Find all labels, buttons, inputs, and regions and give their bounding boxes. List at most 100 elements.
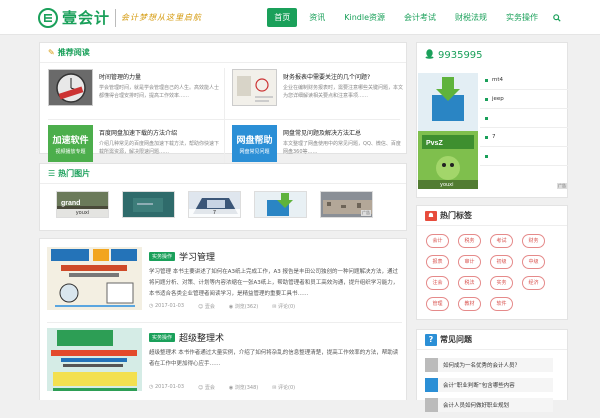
tag-chip[interactable]: 会计 [426,234,449,248]
site-logo[interactable]: 壹会计 会计梦想从这里启航 [38,7,202,28]
tag-chip[interactable]: 软件 [490,297,513,311]
faq-title-text: 常见问题 [440,334,472,344]
clock-thumbnail [48,69,93,106]
tag-chip[interactable]: 税法 [458,276,481,290]
tags-title-text: 热门标签 [440,210,472,220]
faq-item-text[interactable]: 如何成为一名优秀的会计人员？ [438,361,520,369]
qq-slider-panel: 9935995 PvsZ youxi mt4 jeep 7 广告 [416,42,568,198]
tag-chip[interactable]: 税务 [458,234,481,248]
date-icon: ◷ 2017-01-03 [149,303,185,309]
slider-images[interactable]: PvsZ youxi [418,73,478,189]
nav-practice[interactable]: 实务操作 [499,8,545,27]
hot-image-item[interactable]: 广告 [320,191,373,218]
article-item[interactable]: 实务操作 学习管理 学习管理 本书主要讲述了如何在A3纸上完成工作，A3 报告是… [47,247,402,317]
tag-chip[interactable]: 审计 [458,255,481,269]
tag-chip[interactable]: 报表 [426,255,449,269]
tag-chip[interactable]: 教材 [458,297,481,311]
site-slogan: 会计梦想从这里启航 [121,13,203,22]
hot-images-panel: ☰ 热门图片 grand youxi 7 广告 [39,163,407,231]
category-tag[interactable]: 实务操作 [149,252,176,261]
article-author[interactable]: 壹会 [205,385,215,391]
recommend-item[interactable]: 财务报表中需要关注的几个问题? 企业在编制财务报表时，需要注意哪些关键问题，本文… [224,64,408,119]
recommend-item-desc: 介绍几种常见的百度网盘加速下载方法，帮助你快速下载所需资源，解决限速问题…… [99,141,220,155]
faq-item[interactable]: 如何成为一名优秀的会计人员？ [425,358,553,372]
slider-list-item[interactable]: jeep [480,90,568,109]
article-title[interactable]: 超级整理术 [179,331,224,344]
tag-chip[interactable]: 中级 [522,255,545,269]
recommend-item[interactable]: 时间管理的力量 学会管理时间，就是学会管理自己的人生。高效能人士都懂得合理安排时… [40,64,224,119]
tag-chip[interactable]: 管理 [426,297,449,311]
sidebar-slider: PvsZ youxi mt4 jeep 7 广告 [417,71,569,197]
article-excerpt: 学习管理 本书主要讲述了如何在A3纸上完成工作，A3 报告是丰田公司独创的一种问… [149,269,399,297]
article-author[interactable]: 壹会 [205,304,215,310]
hot-images-title: ☰ 热门图片 [40,164,406,184]
recommend-item-title[interactable]: 网盘常见问题及解决方法汇总 [283,128,403,137]
tag-cloud: 会计 税务 考试 财务 报表 审计 初级 中级 注会 税法 实务 经济 管理 教… [426,234,561,311]
slider-list-item[interactable]: mt4 [480,71,568,90]
recommend-item-title[interactable]: 财务报表中需要关注的几个问题? [283,72,403,81]
logo-divider [115,8,117,27]
faq-item-text[interactable]: 会计人员如何做好职业规划 [438,401,509,409]
logo-icon [38,7,58,28]
article-title[interactable]: 学习管理 [179,250,215,263]
badge-subtitle: 视频播放专题 [55,148,86,155]
article-meta: ◷ 2017-01-03 ☺ 壹会 ◉ 浏览(362) ✉ 评论(0) [149,303,295,310]
faq-item[interactable]: 会计“职业判断”包含哪些内容 [425,378,553,392]
article-item[interactable]: 实务操作 超级整理术 超级整理术 本书作者通过大量实例，介绍了如何将杂乱的信息整… [47,328,402,398]
category-tag[interactable]: 实务操作 [149,333,176,342]
article-date: 2017-01-03 [154,303,185,309]
netdisk-help-thumbnail: 网盘帮助 网盘常见问题 [232,125,277,162]
tag-chip[interactable]: 财务 [522,234,545,248]
article-thumbnail[interactable] [47,247,142,310]
hot-image-item[interactable]: grand youxi [56,191,109,218]
tag-icon: ☗ [425,210,437,221]
nav-home[interactable]: 首页 [267,8,298,27]
ad-label: 广告 [361,210,371,216]
recommend-item-desc: 企业在编制财务报表时，需要注意哪些关键问题，本文为您详细解读相关要点和注意事项…… [283,85,404,99]
search-icon[interactable] [550,8,564,27]
article-header: 实务操作 超级整理术 [149,331,224,344]
faq-panel: ? 常见问题 如何成为一名优秀的会计人员？ 会计“职业判断”包含哪些内容 会计人… [416,329,568,412]
article-thumbnail[interactable] [47,328,142,391]
nav-news[interactable]: 资讯 [302,8,332,27]
faq-bullet [425,378,438,392]
article-comments[interactable]: 评论(0) [278,385,295,391]
pencil-icon: ✎ [48,47,55,57]
tag-chip[interactable]: 初级 [490,255,513,269]
faq-item-text[interactable]: 会计“职业判断”包含哪些内容 [438,381,515,389]
hot-image-item[interactable]: 7 [188,191,241,218]
recommend-item-title[interactable]: 百度网盘加速下载的方法介绍 [99,128,219,137]
date-icon: ◷ 2017-01-03 [149,384,185,390]
slider-list-item[interactable]: 7 [480,128,568,147]
recommend-title: ✎ 推荐阅读 [40,43,406,63]
tag-chip[interactable]: 注会 [426,276,449,290]
tag-chip[interactable]: 实务 [490,276,513,290]
tags-title: ☗ 热门标签 [417,206,567,226]
nav-exam[interactable]: 会计考试 [397,8,443,27]
recommend-panel: ✎ 推荐阅读 时间管理的力量 学会管理时间，就是学会管理自己的人生。高效能人士都… [39,42,408,170]
nav-tax[interactable]: 财税法规 [448,8,494,27]
nav-kindle[interactable]: Kindle资源 [337,8,392,27]
faq-item[interactable]: 会计人员如何做好职业规划 [425,398,553,412]
hot-image-item[interactable] [254,191,307,218]
slider-list-item[interactable] [480,109,568,128]
slider-list-item[interactable] [480,147,568,166]
tag-chip[interactable]: 考试 [490,234,513,248]
recommend-item-title[interactable]: 时间管理的力量 [99,72,219,81]
faq-bullet [425,398,438,412]
article-views: 浏览(348) [234,385,259,391]
views-icon: ◉ 浏览(362) [228,304,259,310]
recommend-item-desc: 本文整理了网盘使用中的常见问题，QQ、微信、百度网盘360等…… [283,141,401,155]
article-comments[interactable]: 评论(0) [278,304,295,310]
qq-number[interactable]: 9935995 [438,50,483,61]
logo-text: 壹会计 [62,9,111,27]
slider-list: mt4 jeep 7 [480,71,568,166]
tag-chip[interactable]: 经济 [522,276,545,290]
article-header: 实务操作 学习管理 [149,250,215,263]
qq-contact[interactable]: 9935995 [425,49,483,62]
hot-images-row: grand youxi 7 广告 [56,191,373,218]
slider-caption: youxi [440,182,454,188]
recommend-item-desc: 学会管理时间，就是学会管理自己的人生。高效能人士都懂得合理安排时间，提高工作效率… [99,85,220,99]
article-meta: ◷ 2017-01-03 ☺ 壹会 ◉ 浏览(348) ✉ 评论(0) [149,384,295,391]
hot-image-item[interactable] [122,191,175,218]
